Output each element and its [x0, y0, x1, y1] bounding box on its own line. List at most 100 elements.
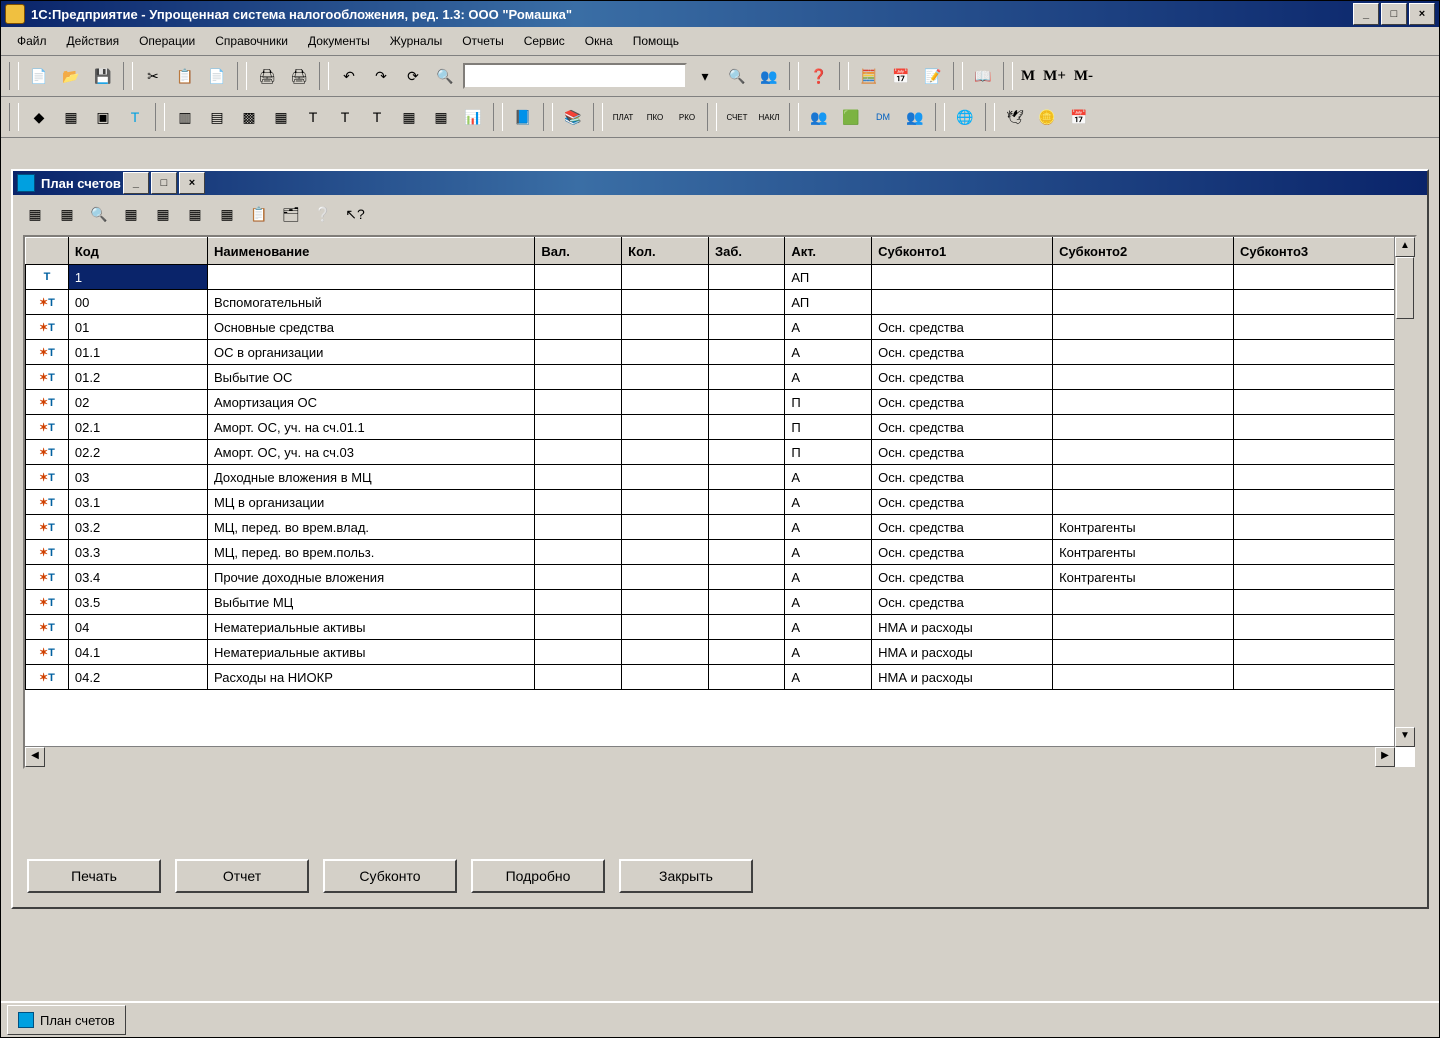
- notes-icon[interactable]: 📝: [918, 61, 948, 91]
- undo-icon[interactable]: ↶: [334, 61, 364, 91]
- tool-icon[interactable]: ▦: [426, 102, 456, 132]
- inner-minimize-button[interactable]: _: [123, 172, 149, 194]
- dm-icon[interactable]: DM: [868, 102, 898, 132]
- menu-service[interactable]: Сервис: [514, 31, 575, 51]
- table-row[interactable]: ✶Т00ВспомогательныйАП: [26, 290, 1415, 315]
- table-row[interactable]: ✶Т03Доходные вложения в МЦАОсн. средства: [26, 465, 1415, 490]
- vertical-scrollbar[interactable]: ▲ ▼: [1394, 237, 1415, 747]
- col-name[interactable]: Наименование: [207, 238, 534, 265]
- tool-icon[interactable]: ▦: [20, 199, 50, 229]
- tool-icon[interactable]: 🕊: [1000, 102, 1030, 132]
- scroll-right-icon[interactable]: ▶: [1375, 747, 1395, 767]
- table-row[interactable]: ✶Т03.4Прочие доходные вложенияАОсн. сред…: [26, 565, 1415, 590]
- copy-icon[interactable]: 📋: [244, 199, 274, 229]
- tool-icon[interactable]: 📅: [1064, 102, 1094, 132]
- save-icon[interactable]: 💾: [88, 61, 118, 91]
- print-preview-icon[interactable]: 🖨: [284, 61, 314, 91]
- tool-icon[interactable]: T: [362, 102, 392, 132]
- menu-actions[interactable]: Действия: [57, 31, 130, 51]
- maximize-button[interactable]: □: [1381, 3, 1407, 25]
- tool-icon[interactable]: ▦: [212, 199, 242, 229]
- inner-maximize-button[interactable]: □: [151, 172, 177, 194]
- users-icon[interactable]: 👥: [804, 102, 834, 132]
- col-sub3[interactable]: Субконто3: [1234, 238, 1415, 265]
- whatsthis-icon[interactable]: ↖?: [340, 199, 370, 229]
- inner-close-button[interactable]: ×: [179, 172, 205, 194]
- detail-button[interactable]: Подробно: [471, 859, 605, 893]
- tool-icon[interactable]: 📚: [558, 102, 588, 132]
- col-code[interactable]: Код: [68, 238, 207, 265]
- accounts-table[interactable]: Код Наименование Вал. Кол. Заб. Акт. Суб…: [25, 237, 1415, 690]
- menu-reports[interactable]: Отчеты: [452, 31, 513, 51]
- mem-m[interactable]: M: [1017, 68, 1039, 85]
- help-icon[interactable]: ❓: [804, 61, 834, 91]
- table-row[interactable]: ✶Т01.1ОС в организацииАОсн. средства: [26, 340, 1415, 365]
- search-combo[interactable]: [463, 63, 687, 89]
- table-row[interactable]: Т1АП: [26, 265, 1415, 290]
- menu-file[interactable]: Файл: [7, 31, 57, 51]
- close-button[interactable]: ×: [1409, 3, 1435, 25]
- col-zab[interactable]: Заб.: [708, 238, 784, 265]
- tool-icon[interactable]: ▩: [234, 102, 264, 132]
- tool-icon[interactable]: ◆: [24, 102, 54, 132]
- add-icon[interactable]: ▦: [116, 199, 146, 229]
- table-row[interactable]: ✶Т04Нематериальные активыАНМА и расходы: [26, 615, 1415, 640]
- scroll-down-icon[interactable]: ▼: [1395, 727, 1415, 747]
- help-icon[interactable]: ❔: [308, 199, 338, 229]
- table-row[interactable]: ✶Т03.2МЦ, перед. во врем.влад.АОсн. сред…: [26, 515, 1415, 540]
- book-icon[interactable]: 📖: [968, 61, 998, 91]
- col-sub1[interactable]: Субконто1: [872, 238, 1053, 265]
- print-button[interactable]: Печать: [27, 859, 161, 893]
- scroll-thumb[interactable]: [1396, 257, 1414, 319]
- rko-icon[interactable]: РКО: [672, 102, 702, 132]
- dropdown-icon[interactable]: ▾: [690, 61, 720, 91]
- tool-icon[interactable]: ▣: [88, 102, 118, 132]
- subkonto-button[interactable]: Субконто: [323, 859, 457, 893]
- menu-windows[interactable]: Окна: [575, 31, 623, 51]
- find-next-icon[interactable]: 🔍: [722, 61, 752, 91]
- table-row[interactable]: ✶Т02Амортизация ОСПОсн. средства: [26, 390, 1415, 415]
- redo-icon[interactable]: ↷: [366, 61, 396, 91]
- refresh-icon[interactable]: ⟳: [398, 61, 428, 91]
- tool-icon[interactable]: 🟩: [836, 102, 866, 132]
- people-icon[interactable]: 👥: [900, 102, 930, 132]
- tool-icon[interactable]: T: [298, 102, 328, 132]
- col-val[interactable]: Вал.: [535, 238, 622, 265]
- globe-icon[interactable]: 🌐: [950, 102, 980, 132]
- report-button[interactable]: Отчет: [175, 859, 309, 893]
- tool-icon[interactable]: T: [330, 102, 360, 132]
- scroll-up-icon[interactable]: ▲: [1395, 237, 1415, 257]
- menu-documents[interactable]: Документы: [298, 31, 380, 51]
- minimize-button[interactable]: _: [1353, 3, 1379, 25]
- schet-icon[interactable]: СЧЕТ: [722, 102, 752, 132]
- close-button[interactable]: Закрыть: [619, 859, 753, 893]
- mem-mplus[interactable]: M+: [1039, 68, 1070, 85]
- tool-icon[interactable]: ▦: [394, 102, 424, 132]
- calc-icon[interactable]: 🧮: [854, 61, 884, 91]
- tool-icon[interactable]: ▦: [180, 199, 210, 229]
- menu-operations[interactable]: Операции: [129, 31, 205, 51]
- paste-icon[interactable]: 📄: [202, 61, 232, 91]
- col-akt[interactable]: Акт.: [785, 238, 872, 265]
- new-icon[interactable]: 📄: [24, 61, 54, 91]
- book-icon[interactable]: 📘: [508, 102, 538, 132]
- table-row[interactable]: ✶Т02.1Аморт. ОС, уч. на сч.01.1ПОсн. сре…: [26, 415, 1415, 440]
- table-row[interactable]: ✶Т04.1Нематериальные активыАНМА и расход…: [26, 640, 1415, 665]
- tool-icon[interactable]: ▦: [52, 199, 82, 229]
- tool-icon[interactable]: ▦: [56, 102, 86, 132]
- find-icon[interactable]: 🔍: [430, 61, 460, 91]
- horizontal-scrollbar[interactable]: ◀ ▶: [25, 746, 1395, 767]
- chart-icon[interactable]: 📊: [458, 102, 488, 132]
- table-row[interactable]: ✶Т03.5Выбытие МЦАОсн. средства: [26, 590, 1415, 615]
- menu-directories[interactable]: Справочники: [205, 31, 298, 51]
- col-kol[interactable]: Кол.: [622, 238, 709, 265]
- find-group-icon[interactable]: 👥: [754, 61, 784, 91]
- table-row[interactable]: ✶Т01.2Выбытие ОСАОсн. средства: [26, 365, 1415, 390]
- print-icon[interactable]: 🖨: [252, 61, 282, 91]
- scroll-left-icon[interactable]: ◀: [25, 747, 45, 767]
- copy-icon[interactable]: 📋: [170, 61, 200, 91]
- tool-icon[interactable]: ▤: [202, 102, 232, 132]
- table-row[interactable]: ✶Т03.3МЦ, перед. во врем.польз.АОсн. сре…: [26, 540, 1415, 565]
- menu-journals[interactable]: Журналы: [380, 31, 452, 51]
- tool-icon[interactable]: 🪙: [1032, 102, 1062, 132]
